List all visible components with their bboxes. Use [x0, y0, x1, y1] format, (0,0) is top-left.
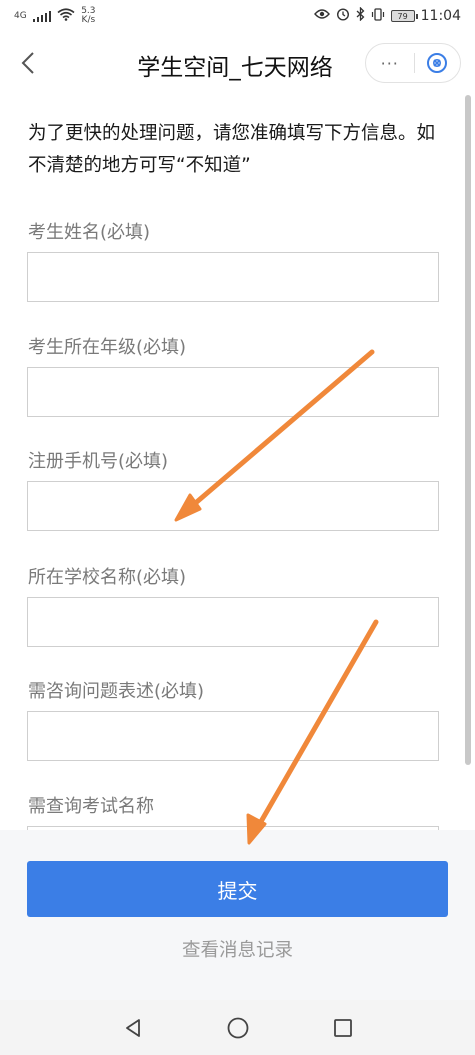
signal-strength-icon: [32, 10, 52, 22]
nav-recents-button[interactable]: [323, 1008, 363, 1048]
status-left-group: 4G 5.3 K/s: [14, 7, 96, 25]
school-name-input[interactable]: [27, 597, 439, 647]
square-recents-icon: [333, 1018, 352, 1037]
bluetooth-icon: [356, 6, 365, 25]
grade-input[interactable]: [27, 367, 439, 417]
more-button[interactable]: ···: [366, 44, 414, 82]
status-bar: 4G 5.3 K/s 79 11:04: [0, 0, 475, 32]
wifi-icon: [57, 8, 75, 24]
triangle-back-icon: [125, 1018, 140, 1037]
field-label-grade: 考生所在年级(必填): [28, 337, 187, 358]
phone-input[interactable]: [27, 481, 439, 531]
submit-button[interactable]: 提交: [27, 861, 448, 917]
page-title: 学生空间_七天网络: [137, 55, 333, 81]
close-circle-icon: [427, 53, 448, 73]
alarm-icon: [336, 7, 350, 25]
scrollbar[interactable]: [465, 95, 471, 765]
bottom-action-area: 提交 查看消息记录: [0, 830, 475, 1000]
chevron-left-icon: [21, 52, 34, 74]
question-description-input[interactable]: [27, 711, 439, 761]
circle-home-icon: [227, 1017, 248, 1038]
field-label-school: 所在学校名称(必填): [28, 567, 187, 588]
nav-home-button[interactable]: [218, 1008, 258, 1048]
system-navigation-bar: [0, 1000, 475, 1055]
status-right-group: 79 11:04: [313, 6, 461, 25]
field-label-exam: 需查询考试名称: [28, 796, 154, 817]
battery-icon: 79: [390, 10, 418, 22]
network-type-label: 4G: [14, 10, 27, 21]
field-label-question: 需咨询问题表述(必填): [28, 681, 205, 702]
student-name-input[interactable]: [27, 252, 439, 302]
close-miniprogram-button[interactable]: [414, 44, 460, 82]
network-speed-unit: K/s: [81, 15, 96, 25]
app-header: 学生空间_七天网络 ···: [0, 32, 475, 94]
view-message-history-link[interactable]: 查看消息记录: [0, 936, 475, 962]
clock-time: 11:04: [420, 8, 461, 24]
vibrate-icon: [371, 7, 385, 25]
field-label-phone: 注册手机号(必填): [28, 451, 169, 472]
nav-back-button[interactable]: [113, 1008, 153, 1048]
network-speed: 5.3 K/s: [81, 7, 95, 25]
field-label-student-name: 考生姓名(必填): [28, 222, 151, 243]
form-intro-text: 为了更快的处理问题，请您准确填写下方信息。如不清楚的地方可写“不知道”: [28, 123, 436, 176]
more-dots-icon: ···: [380, 53, 399, 73]
eye-icon: [313, 8, 330, 24]
miniprogram-capsule: ···: [365, 43, 461, 83]
back-button[interactable]: [14, 48, 44, 78]
